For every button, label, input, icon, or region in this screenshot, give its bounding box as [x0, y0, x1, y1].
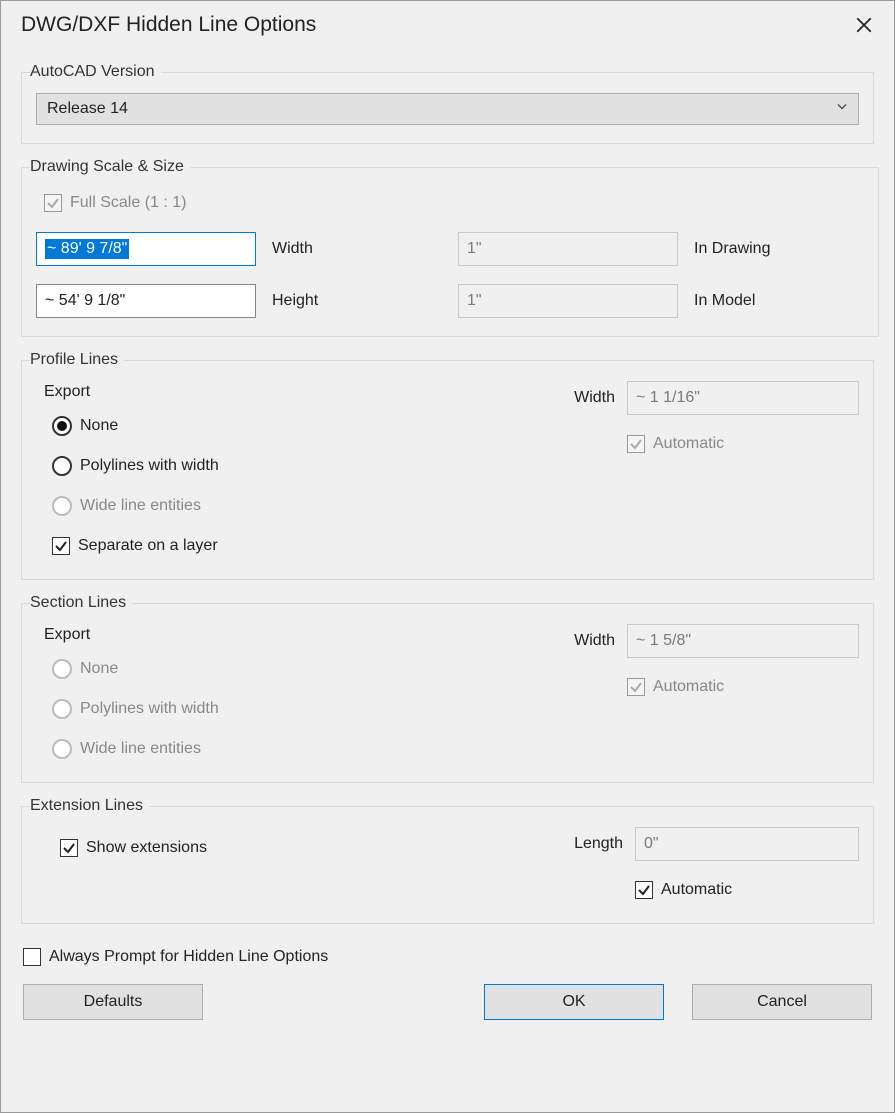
cancel-button[interactable]: Cancel — [692, 984, 872, 1020]
extension-length-label: Length — [559, 835, 623, 853]
group-profile-lines: Profile Lines Export None Polylines with… — [21, 351, 874, 580]
section-radio-none: None — [52, 654, 559, 684]
group-extension-lines: Extension Lines Show extensions Length 0… — [21, 797, 874, 924]
dialog-window: DWG/DXF Hidden Line Options AutoCAD Vers… — [0, 0, 895, 1113]
button-row: Defaults OK Cancel — [21, 984, 874, 1038]
group-drawing-scale: Drawing Scale & Size Full Scale (1 : 1) … — [21, 158, 879, 337]
section-export-label: Export — [44, 626, 559, 644]
profile-radio-none[interactable]: None — [52, 411, 559, 441]
profile-separate-checkbox[interactable]: Separate on a layer — [52, 531, 559, 561]
section-auto-checkbox: Automatic — [627, 672, 859, 702]
extension-length-input: 0" — [635, 827, 859, 861]
group-autocad-version: AutoCAD Version Release 14 — [21, 63, 874, 144]
height-label: Height — [272, 292, 442, 310]
close-button[interactable] — [850, 11, 878, 39]
checkbox-icon — [44, 194, 62, 212]
legend-section: Section Lines — [30, 594, 132, 612]
section-radio-wide-line: Wide line entities — [52, 734, 559, 764]
extension-auto-checkbox[interactable]: Automatic — [635, 875, 859, 905]
title-bar: DWG/DXF Hidden Line Options — [1, 1, 894, 49]
profile-export-label: Export — [44, 383, 559, 401]
legend-extension: Extension Lines — [30, 797, 149, 815]
dialog-title: DWG/DXF Hidden Line Options — [21, 13, 316, 37]
height-input[interactable]: ~ 54' 9 1/8" — [36, 284, 256, 318]
in-drawing-input: 1" — [458, 232, 678, 266]
width-label: Width — [272, 240, 442, 258]
profile-auto-checkbox: Automatic — [627, 429, 859, 459]
show-extensions-checkbox[interactable]: Show extensions — [60, 833, 559, 863]
section-radio-polylines: Polylines with width — [52, 694, 559, 724]
in-model-label: In Model — [694, 292, 864, 310]
legend-autocad: AutoCAD Version — [30, 63, 161, 81]
legend-scale: Drawing Scale & Size — [30, 158, 190, 176]
profile-width-label: Width — [559, 389, 615, 407]
full-scale-label: Full Scale (1 : 1) — [70, 194, 186, 212]
section-width-input: ~ 1 5/8" — [627, 624, 859, 658]
dialog-content: AutoCAD Version Release 14 Drawing Scale… — [1, 49, 894, 1112]
full-scale-checkbox: Full Scale (1 : 1) — [44, 188, 864, 218]
in-drawing-label: In Drawing — [694, 240, 864, 258]
profile-radio-polylines[interactable]: Polylines with width — [52, 451, 559, 481]
autocad-version-value: Release 14 — [47, 100, 128, 118]
legend-profile: Profile Lines — [30, 351, 124, 369]
autocad-version-select[interactable]: Release 14 — [36, 93, 859, 125]
close-icon — [855, 16, 873, 34]
width-input[interactable]: ~ 89' 9 7/8" — [36, 232, 256, 266]
in-model-input: 1" — [458, 284, 678, 318]
group-section-lines: Section Lines Export None Polylines with… — [21, 594, 874, 783]
ok-button[interactable]: OK — [484, 984, 664, 1020]
section-width-label: Width — [559, 632, 615, 650]
profile-width-input: ~ 1 1/16" — [627, 381, 859, 415]
defaults-button[interactable]: Defaults — [23, 984, 203, 1020]
always-prompt-checkbox[interactable]: Always Prompt for Hidden Line Options — [23, 942, 874, 972]
chevron-down-icon — [835, 100, 849, 119]
profile-radio-wide-line: Wide line entities — [52, 491, 559, 521]
